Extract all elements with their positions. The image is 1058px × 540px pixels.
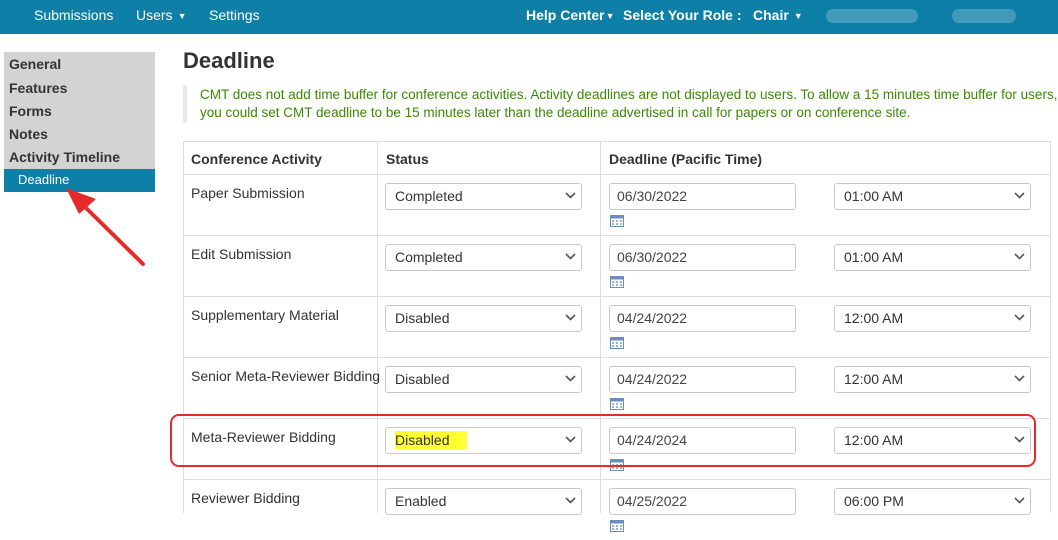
column-header-status: Status: [386, 151, 429, 167]
chevron-down-icon: [565, 253, 576, 260]
calendar-icon[interactable]: [610, 275, 624, 288]
chevron-down-icon: [1014, 192, 1025, 199]
time-value: 01:00 AM: [844, 249, 904, 265]
date-value: 04/24/2022: [617, 371, 688, 387]
activity-name: Edit Submission: [191, 246, 292, 262]
status-select[interactable]: Disabled: [385, 305, 582, 332]
annotation-arrow: [66, 188, 145, 266]
notice-line-2: you could set CMT deadline to be 15 minu…: [200, 105, 911, 120]
chevron-down-icon: ▼: [793, 11, 803, 21]
nav-settings[interactable]: Settings: [209, 0, 260, 34]
calendar-icon[interactable]: [610, 397, 624, 410]
deadline-time-select[interactable]: 01:00 AM: [834, 244, 1031, 271]
chevron-down-icon: [1014, 314, 1025, 321]
deadline-date-input[interactable]: 04/24/2022: [609, 366, 796, 393]
time-value: 01:00 AM: [844, 188, 904, 204]
chevron-down-icon: [565, 192, 576, 199]
time-value: 06:00 PM: [844, 493, 904, 509]
deadline-date-input[interactable]: 06/30/2022: [609, 183, 796, 210]
chevron-down-icon: [1014, 375, 1025, 382]
role-dropdown[interactable]: Chair ▼: [753, 0, 803, 34]
page-title: Deadline: [183, 48, 275, 73]
activity-name: Senior Meta-Reviewer Bidding: [191, 368, 381, 384]
chevron-down-icon: [1014, 253, 1025, 260]
status-select[interactable]: Enabled: [385, 488, 582, 515]
time-value: 12:00 AM: [844, 371, 904, 387]
deadline-time-select[interactable]: 01:00 AM: [834, 183, 1031, 210]
column-header-deadline: Deadline (Pacific Time): [609, 151, 763, 167]
status-value: Disabled: [395, 371, 450, 387]
table-row-divider: [183, 141, 1051, 142]
date-value: 06/30/2022: [617, 249, 688, 265]
highlight-annotation-box: [170, 414, 1036, 467]
redacted-username[interactable]: [826, 9, 918, 23]
column-header-activity: Conference Activity: [191, 151, 322, 167]
chevron-down-icon: ▼: [605, 11, 615, 21]
deadline-date-input[interactable]: 06/30/2022: [609, 244, 796, 271]
status-value: Enabled: [395, 493, 447, 509]
date-value: 04/24/2022: [617, 310, 688, 326]
activity-name: Supplementary Material: [191, 307, 339, 323]
redacted-account[interactable]: [952, 9, 1016, 23]
status-value: Completed: [395, 188, 463, 204]
status-select[interactable]: Completed: [385, 183, 582, 210]
nav-help-center[interactable]: Help Center▼: [526, 0, 615, 34]
role-label: Chair: [753, 7, 789, 23]
status-select[interactable]: Completed: [385, 244, 582, 271]
table-row: Supplementary Material Disabled 04/24/2022…: [183, 296, 1051, 357]
chevron-down-icon: [1014, 497, 1025, 504]
date-value: 06/30/2022: [617, 188, 688, 204]
calendar-icon[interactable]: [610, 336, 624, 349]
select-role-label: Select Your Role :: [623, 7, 742, 23]
help-center-label: Help Center: [526, 7, 605, 23]
deadline-date-input[interactable]: 04/25/2022: [609, 488, 796, 515]
status-select[interactable]: Disabled: [385, 366, 582, 393]
date-value: 04/25/2022: [617, 493, 688, 509]
activity-name: Reviewer Bidding: [191, 490, 300, 506]
deadline-date-input[interactable]: 04/24/2022: [609, 305, 796, 332]
table-row: Reviewer Bidding Enabled 04/25/2022 06:00 P…: [183, 479, 1051, 540]
calendar-icon[interactable]: [610, 519, 624, 532]
time-value: 12:00 AM: [844, 310, 904, 326]
chevron-down-icon: [565, 497, 576, 504]
time-buffer-notice: CMT does not add time buffer for confere…: [183, 86, 1058, 122]
status-value: Completed: [395, 249, 463, 265]
deadline-time-select[interactable]: 06:00 PM: [834, 488, 1031, 515]
status-value: Disabled: [395, 310, 450, 326]
deadline-time-select[interactable]: 12:00 AM: [834, 305, 1031, 332]
notice-line-1: CMT does not add time buffer for confere…: [200, 87, 1058, 102]
deadline-time-select[interactable]: 12:00 AM: [834, 366, 1031, 393]
activity-name: Paper Submission: [191, 185, 305, 201]
table-row: Senior Meta-Reviewer Bidding Disabled 04/2…: [183, 357, 1051, 418]
chevron-down-icon: [565, 314, 576, 321]
chevron-down-icon: [565, 375, 576, 382]
table-row: Edit Submission Completed 06/30/2022 01:00 …: [183, 235, 1051, 296]
calendar-icon[interactable]: [610, 214, 624, 227]
table-row: Paper Submission Completed 06/30/2022 01:00…: [183, 174, 1051, 235]
